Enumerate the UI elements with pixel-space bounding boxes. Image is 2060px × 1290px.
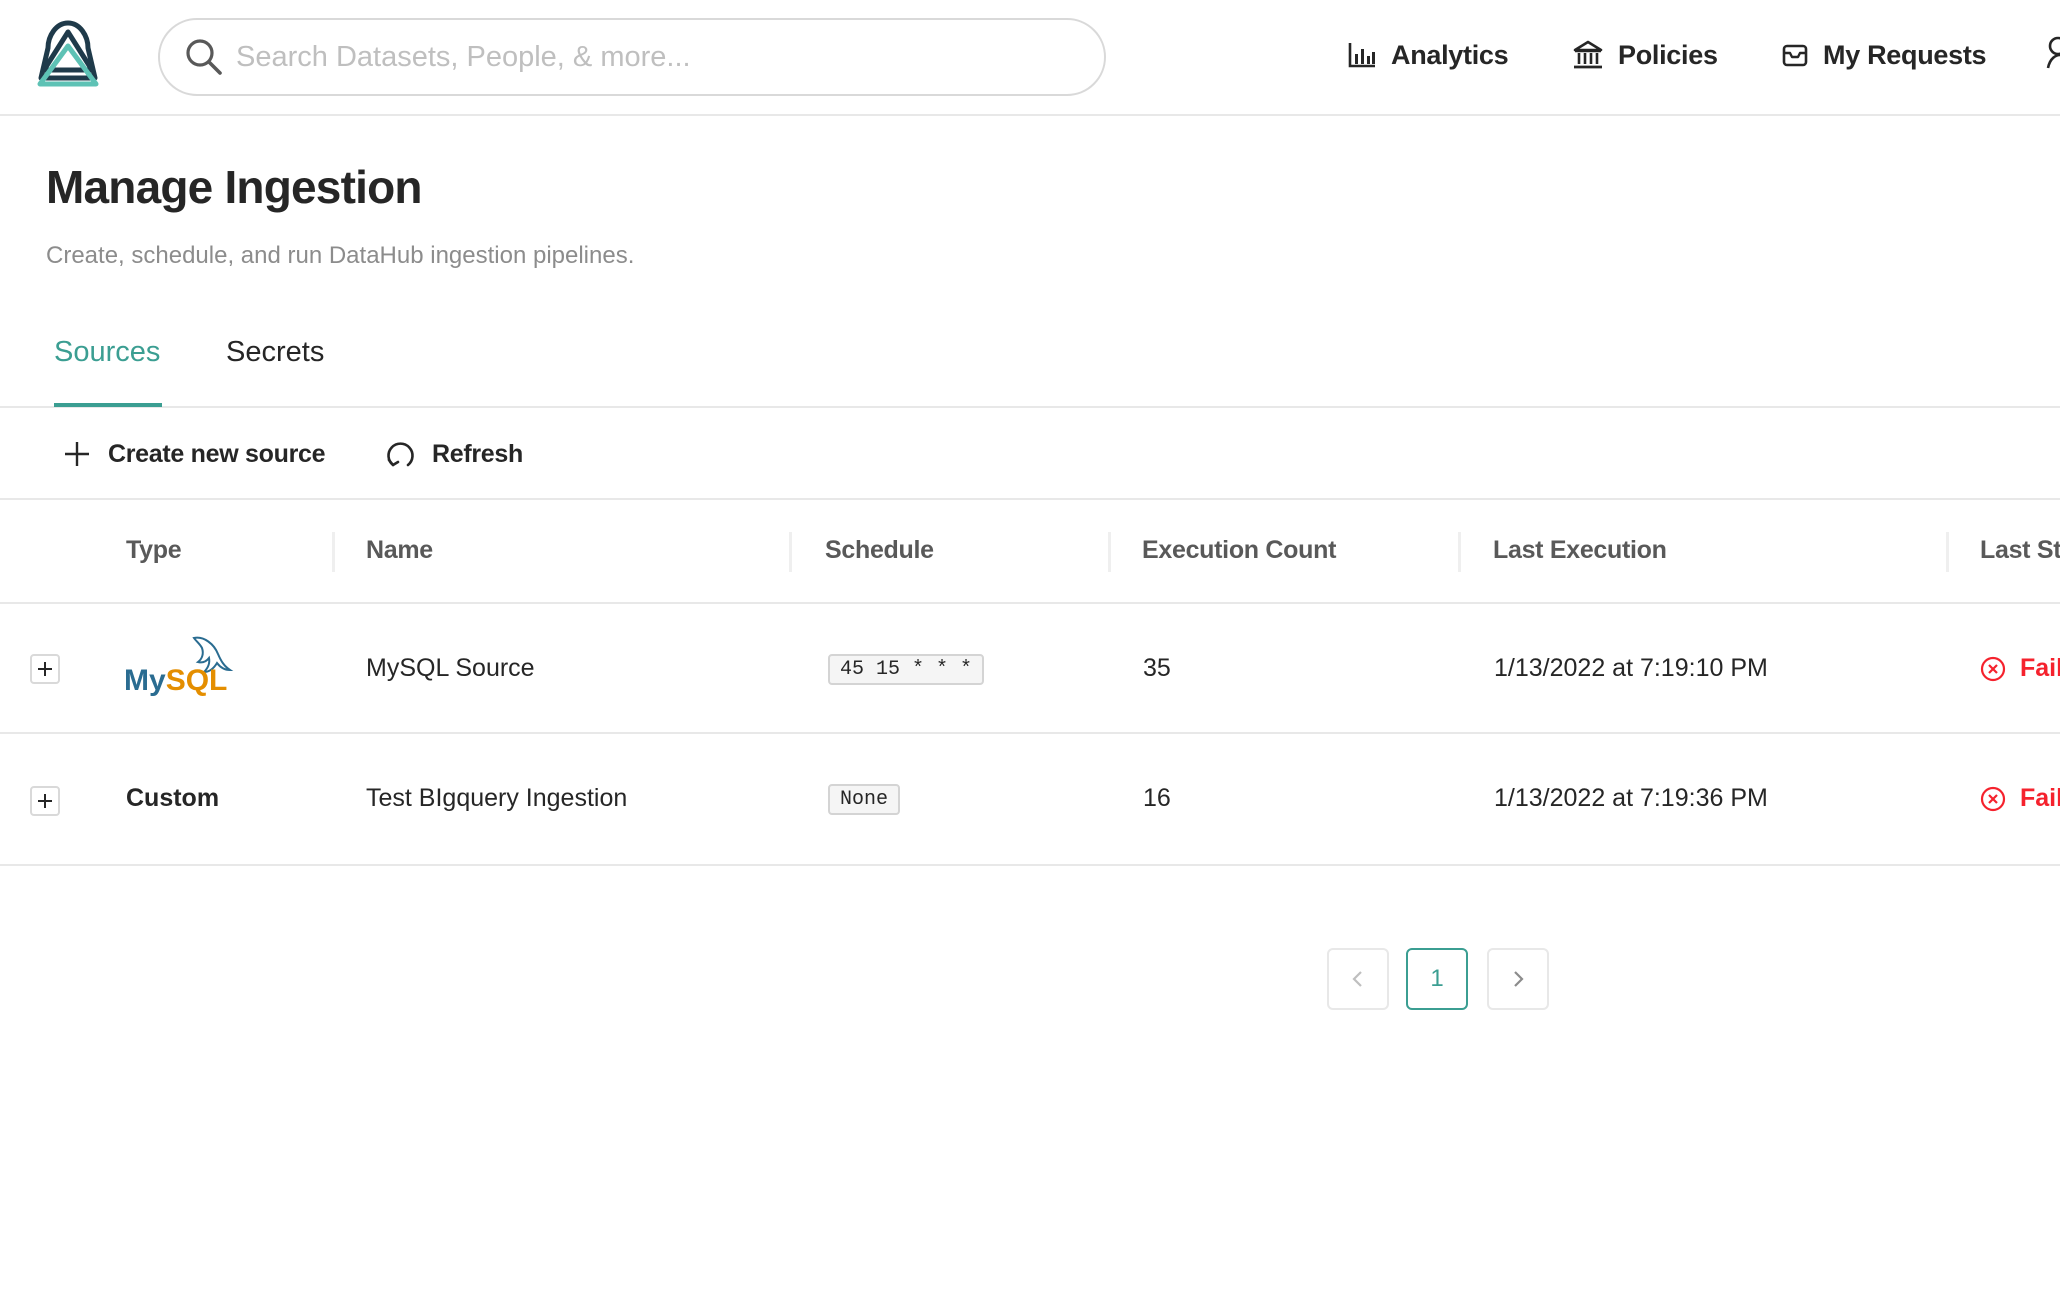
column-header-last-status[interactable]: Last Sta xyxy=(1980,536,2060,565)
mysql-logo: MySQL xyxy=(124,636,234,697)
status-label: Faile xyxy=(2020,784,2060,812)
close-circle-icon xyxy=(1980,786,2006,811)
column-header-name[interactable]: Name xyxy=(366,536,433,565)
bank-icon xyxy=(1573,40,1603,69)
user-icon[interactable] xyxy=(2046,36,2060,70)
source-name: MySQL Source xyxy=(366,654,535,682)
create-new-source-label: Create new source xyxy=(108,439,326,468)
page-subtitle: Create, schedule, and run DataHub ingest… xyxy=(46,242,635,269)
nav-analytics[interactable]: Analytics xyxy=(1347,30,1509,80)
top-header: Analytics Policies My Requests xyxy=(0,0,2060,116)
schedule-cron: 45 15 * * * xyxy=(828,654,985,685)
create-new-source-button[interactable]: Create new source xyxy=(62,430,326,478)
plus-icon xyxy=(38,794,52,808)
column-header-schedule[interactable]: Schedule xyxy=(825,536,934,565)
search-bar[interactable] xyxy=(158,18,1106,96)
active-tab-indicator xyxy=(54,403,162,407)
column-header-type[interactable]: Type xyxy=(126,536,182,565)
tab-bar: Sources Secrets xyxy=(0,300,2060,408)
pagination-page-1[interactable]: 1 xyxy=(1406,948,1468,1010)
table-row[interactable]: Custom Test BIgquery Ingestion None 16 1… xyxy=(0,736,2060,866)
column-divider xyxy=(1108,532,1111,572)
table-row[interactable]: MySQL MySQL Source 45 15 * * * 35 1/13/2… xyxy=(0,604,2060,734)
mysql-logo-my: MySQL xyxy=(124,664,227,697)
search-input[interactable] xyxy=(234,39,1058,75)
column-divider xyxy=(1458,532,1461,572)
toolbar: Create new source Refresh xyxy=(0,408,2060,500)
refresh-label: Refresh xyxy=(432,439,523,468)
last-execution: 1/13/2022 at 7:19:36 PM xyxy=(1494,784,1768,812)
schedule-cron: None xyxy=(828,784,901,815)
refresh-icon xyxy=(387,442,414,467)
status-badge[interactable]: Faile xyxy=(1980,784,2060,813)
nav-policies-label: Policies xyxy=(1618,39,1718,70)
column-divider xyxy=(332,532,335,572)
expand-row-button[interactable] xyxy=(30,786,60,816)
nav-analytics-label: Analytics xyxy=(1391,39,1509,70)
expand-row-button[interactable] xyxy=(30,654,60,684)
nav-policies[interactable]: Policies xyxy=(1572,30,1718,80)
pagination-next-button[interactable] xyxy=(1487,948,1549,1010)
refresh-button[interactable]: Refresh xyxy=(384,430,523,478)
pagination-prev-button[interactable] xyxy=(1327,948,1389,1010)
chevron-right-icon xyxy=(1514,971,1524,987)
plus-icon xyxy=(38,662,52,676)
source-name: Test BIgquery Ingestion xyxy=(366,784,628,812)
table-header: Type Name Schedule Execution Count Last … xyxy=(0,500,2060,604)
plus-icon xyxy=(65,442,89,466)
column-divider xyxy=(1946,532,1949,572)
last-execution: 1/13/2022 at 7:19:10 PM xyxy=(1494,654,1768,682)
status-badge[interactable]: Faile xyxy=(1980,654,2060,683)
column-header-last-execution[interactable]: Last Execution xyxy=(1493,536,1667,565)
close-circle-icon xyxy=(1980,656,2006,681)
tab-sources[interactable]: Sources xyxy=(54,336,160,369)
execution-count: 35 xyxy=(1143,654,1171,682)
nav-my-requests-label: My Requests xyxy=(1823,39,1987,70)
inbox-icon xyxy=(1782,44,1808,67)
bar-chart-icon xyxy=(1348,43,1375,68)
datahub-logo[interactable] xyxy=(36,20,100,88)
execution-count: 16 xyxy=(1143,784,1171,812)
status-label: Faile xyxy=(2020,654,2060,682)
nav-my-requests[interactable]: My Requests xyxy=(1781,30,1987,80)
page-title: Manage Ingestion xyxy=(46,161,422,213)
source-type: Custom xyxy=(126,784,220,812)
column-divider xyxy=(789,532,792,572)
search-icon xyxy=(186,39,222,75)
tab-secrets[interactable]: Secrets xyxy=(226,336,324,369)
column-header-execution-count[interactable]: Execution Count xyxy=(1142,536,1336,565)
chevron-left-icon xyxy=(1352,971,1362,987)
